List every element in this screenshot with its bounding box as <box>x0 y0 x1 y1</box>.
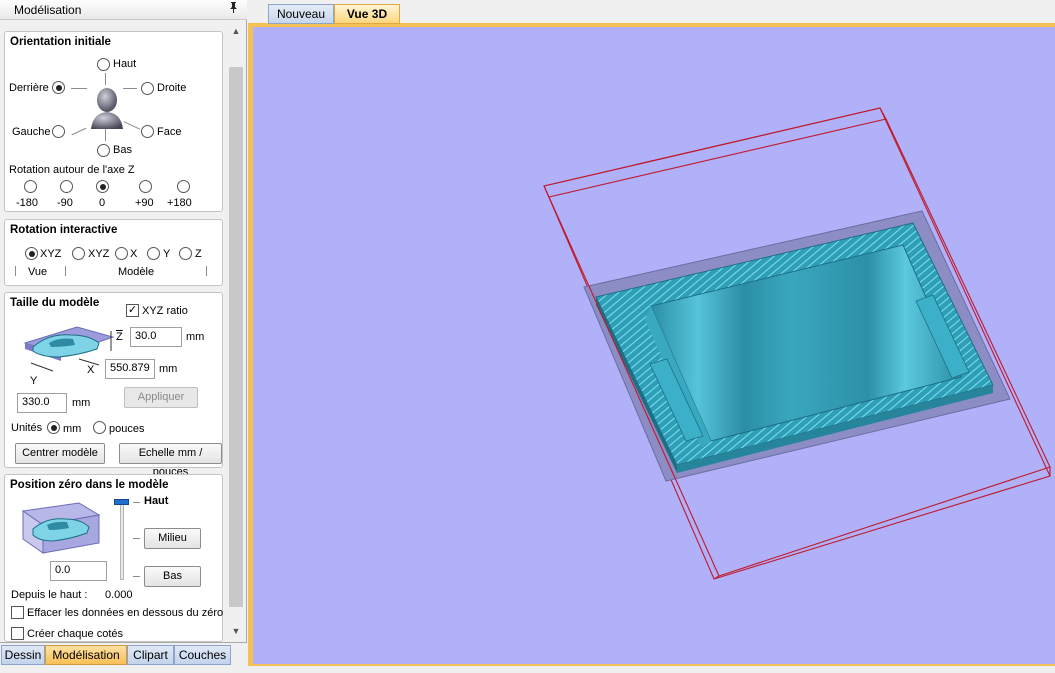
orientation-front-radio[interactable] <box>141 125 154 138</box>
document-tab-bar: Nouveau Vue 3D <box>248 0 1055 24</box>
orientation-left-radio[interactable] <box>52 125 65 138</box>
zero-position-group: Position zéro dans le modèle 0.0 Haut Mi… <box>4 474 223 642</box>
z-rotation-plus180-label: +180 <box>167 197 192 209</box>
tab-clipart[interactable]: Clipart <box>127 645 174 665</box>
car-zero-icon <box>21 502 101 554</box>
bust-icon <box>91 88 123 129</box>
z-rotation-plus180-radio[interactable] <box>177 180 190 193</box>
z-rotation-plus90-radio[interactable] <box>139 180 152 193</box>
rotation-group: Rotation interactive XYZ XYZ X Y Z Vue M… <box>4 219 223 286</box>
z-rotation-label: Rotation autour de l'axe Z <box>9 164 135 176</box>
zero-bottom-button[interactable]: Bas <box>144 566 201 587</box>
orientation-top-label: Haut <box>113 58 137 70</box>
orientation-left-label: Gauche <box>12 126 51 138</box>
orientation-bottom-radio[interactable] <box>97 144 110 157</box>
rotation-view-xyz-label: XYZ <box>40 248 62 260</box>
scroll-thumb[interactable] <box>229 67 243 607</box>
3d-scene <box>543 107 1051 580</box>
rotation-x-label: X <box>130 248 138 260</box>
model-size-group: Taille du modèle ✓ XYZ ratio Z X Y 30.0 … <box>4 292 223 478</box>
z-rotation-minus180-label: -180 <box>16 197 39 209</box>
zero-slider-track[interactable] <box>120 502 124 580</box>
unit-mm-label: mm <box>63 423 82 435</box>
create-each-side-label: Créer chaque cotés <box>27 628 123 640</box>
z-rotation-minus90-radio[interactable] <box>60 180 73 193</box>
tab-layers[interactable]: Couches <box>174 645 231 665</box>
zero-position-title: Position zéro dans le modèle <box>10 479 169 491</box>
orientation-group: Orientation initiale Haut Derrière Droit… <box>4 31 223 212</box>
zero-value-input[interactable]: 0.0 <box>50 561 107 581</box>
zero-slider-thumb[interactable] <box>114 499 129 505</box>
x-size-input[interactable]: 550.879 <box>105 359 155 379</box>
scale-mm-inches-button[interactable]: Echelle mm / pouces <box>119 443 222 478</box>
orientation-bottom-label: Bas <box>113 144 132 156</box>
modeling-panel: Modélisation Orientation initiale Haut D… <box>0 0 247 673</box>
z-size-input[interactable]: 30.0 <box>130 327 182 347</box>
xyz-ratio-label: XYZ ratio <box>142 305 188 317</box>
z-rotation-0-label: 0 <box>99 197 106 209</box>
z-size-unit: mm <box>186 331 205 343</box>
x-size-unit: mm <box>159 363 178 375</box>
z-rotation-plus90-label: +90 <box>135 197 154 209</box>
center-model-button[interactable]: Centrer modèle <box>15 443 105 464</box>
xyz-ratio-checkbox[interactable]: ✓ <box>126 304 139 317</box>
z-rotation-0-radio[interactable] <box>96 180 109 193</box>
y-size-input[interactable]: 330.0 <box>17 393 67 413</box>
orientation-title: Orientation initiale <box>10 36 111 48</box>
rotation-view-label: Vue <box>28 266 48 278</box>
apply-button[interactable]: Appliquer <box>124 387 198 408</box>
rotation-model-xyz-radio[interactable] <box>72 247 85 260</box>
from-top-value: 0.000 <box>105 589 133 601</box>
zero-middle-button[interactable]: Milieu <box>144 528 201 549</box>
scroll-up-icon[interactable]: ▲ <box>227 21 245 41</box>
panel-title: Modélisation <box>14 3 82 17</box>
orientation-back-label: Derrière <box>9 82 49 94</box>
unit-mm-radio[interactable] <box>47 421 60 434</box>
create-each-side-checkbox[interactable] <box>11 627 24 640</box>
rotation-x-radio[interactable] <box>115 247 128 260</box>
scroll-down-icon[interactable]: ▼ <box>227 621 245 641</box>
units-label: Unités <box>11 422 43 434</box>
rotation-model-xyz-label: XYZ <box>88 248 110 260</box>
z-axis-label: Z <box>116 331 123 343</box>
pin-icon[interactable] <box>229 2 238 16</box>
panel-scrollbar[interactable]: ▲ ▼ <box>227 21 245 641</box>
rotation-view-xyz-radio[interactable] <box>25 247 38 260</box>
clear-below-zero-label: Effacer les données en dessous du zéro <box>27 607 224 619</box>
rotation-y-radio[interactable] <box>147 247 160 260</box>
z-rotation-minus180-radio[interactable] <box>24 180 37 193</box>
zero-top-label: Haut <box>144 495 169 507</box>
bottom-tab-bar: Dessin Modélisation Clipart Couches <box>0 642 247 673</box>
y-size-unit: mm <box>72 397 91 409</box>
rotation-y-label: Y <box>163 248 171 260</box>
panel-header: Modélisation <box>0 0 247 20</box>
tab-drawing[interactable]: Dessin <box>1 645 45 665</box>
clear-below-zero-checkbox[interactable] <box>11 606 24 619</box>
orientation-right-radio[interactable] <box>141 82 154 95</box>
unit-inches-radio[interactable] <box>93 421 106 434</box>
orientation-back-radio[interactable] <box>52 81 65 94</box>
rotation-model-label: Modèle <box>118 266 155 278</box>
x-axis-label: X <box>87 364 95 376</box>
orientation-front-label: Face <box>157 126 182 138</box>
rotation-z-radio[interactable] <box>179 247 192 260</box>
3d-viewport[interactable] <box>253 27 1055 664</box>
tab-modeling[interactable]: Modélisation <box>45 645 127 665</box>
model-size-title: Taille du modèle <box>10 297 100 309</box>
from-top-label: Depuis le haut : <box>11 589 88 601</box>
car-size-icon <box>23 326 115 372</box>
rotation-z-label: Z <box>195 248 202 260</box>
unit-inches-label: pouces <box>109 423 145 435</box>
tab-3d-view[interactable]: Vue 3D <box>334 4 400 24</box>
rotation-title: Rotation interactive <box>10 224 118 236</box>
orientation-right-label: Droite <box>157 82 187 94</box>
z-rotation-minus90-label: -90 <box>57 197 73 209</box>
tab-new-document[interactable]: Nouveau <box>268 4 334 24</box>
orientation-top-radio[interactable] <box>97 58 110 71</box>
y-axis-label: Y <box>30 375 38 387</box>
